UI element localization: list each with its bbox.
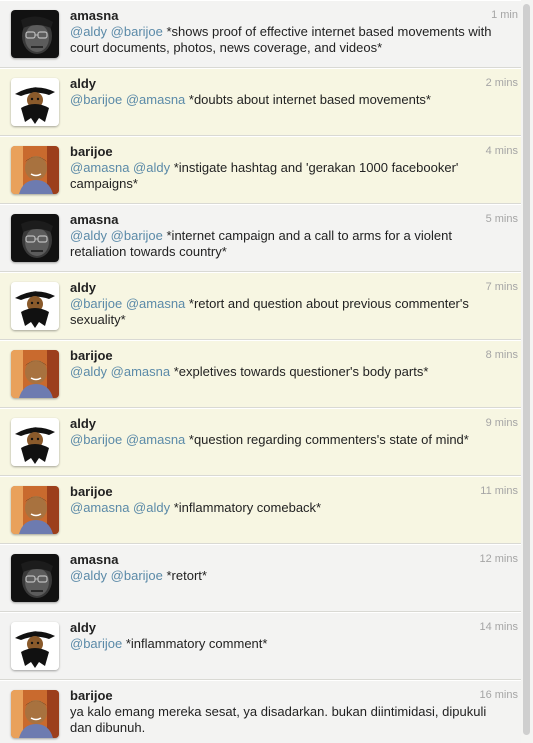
tweet-mentions[interactable]: @aldy @barijoe: [70, 568, 163, 583]
aldy-avatar[interactable]: [11, 282, 59, 330]
tweet-text: @aldy @barijoe *internet campaign and a …: [70, 228, 509, 260]
tweet-timestamp[interactable]: 2 mins: [486, 77, 518, 89]
tweet-row[interactable]: amasna 12 mins @aldy @barijoe *retort*: [0, 544, 521, 612]
tweet-username[interactable]: amasna: [70, 212, 509, 227]
tweet-mentions[interactable]: @amasna @aldy: [70, 500, 170, 515]
barijoe-avatar[interactable]: [11, 690, 59, 738]
tweet-row[interactable]: aldy 7 mins @barijoe @amasna *retort and q…: [0, 272, 521, 340]
scrollbar-thumb[interactable]: [523, 4, 530, 735]
tweet-mentions[interactable]: @barijoe @amasna: [70, 296, 185, 311]
tweet-row[interactable]: barijoe 11 mins @amasna @aldy *inflammator…: [0, 476, 521, 544]
tweet-text: @amasna @aldy *inflammatory comeback*: [70, 500, 509, 516]
tweet-mentions[interactable]: @aldy @barijoe: [70, 24, 163, 39]
tweet-row[interactable]: aldy 9 mins @barijoe @amasna *question reg…: [0, 408, 521, 476]
tweet-timestamp[interactable]: 4 mins: [486, 145, 518, 157]
tweet-text: @amasna @aldy *instigate hashtag and 'ge…: [70, 160, 509, 192]
tweet-timestamp[interactable]: 7 mins: [486, 281, 518, 293]
tweet-timestamp[interactable]: 1 min: [491, 9, 518, 21]
tweet-timestamp[interactable]: 16 mins: [479, 689, 518, 701]
tweet-mentions[interactable]: @aldy @amasna: [70, 364, 170, 379]
tweet-username[interactable]: aldy: [70, 416, 509, 431]
tweet-username[interactable]: aldy: [70, 280, 509, 295]
tweet-body: *expletives towards questioner's body pa…: [170, 364, 429, 379]
tweet-body: *inflammatory comment*: [122, 636, 268, 651]
tweet-timestamp[interactable]: 14 mins: [479, 621, 518, 633]
tweet-timeline: amasna 1 min @aldy @barijoe *shows proof o…: [0, 0, 521, 743]
tweet-text: @barijoe @amasna *question regarding com…: [70, 432, 509, 448]
barijoe-avatar[interactable]: [11, 146, 59, 194]
tweet-row[interactable]: aldy 14 mins @barijoe *inflammatory commen…: [0, 612, 521, 680]
tweet-username[interactable]: barijoe: [70, 348, 509, 363]
barijoe-avatar[interactable]: [11, 350, 59, 398]
tweet-text: @aldy @barijoe *retort*: [70, 568, 509, 584]
tweet-mentions[interactable]: @aldy @barijoe: [70, 228, 163, 243]
tweet-timestamp[interactable]: 9 mins: [486, 417, 518, 429]
tweet-body: ya kalo emang mereka sesat, ya disadarka…: [70, 704, 487, 735]
tweet-timestamp[interactable]: 12 mins: [479, 553, 518, 565]
tweet-mentions[interactable]: @barijoe: [70, 636, 122, 651]
amasna-avatar[interactable]: [11, 214, 59, 262]
tweet-username[interactable]: aldy: [70, 620, 509, 635]
tweet-row[interactable]: amasna 1 min @aldy @barijoe *shows proof o…: [0, 0, 521, 68]
tweet-row[interactable]: amasna 5 mins @aldy @barijoe *internet cam…: [0, 204, 521, 272]
tweet-mentions[interactable]: @amasna @aldy: [70, 160, 170, 175]
amasna-avatar[interactable]: [11, 554, 59, 602]
tweet-mentions[interactable]: @barijoe @amasna: [70, 92, 185, 107]
tweet-mentions[interactable]: @barijoe @amasna: [70, 432, 185, 447]
tweet-timestamp[interactable]: 5 mins: [486, 213, 518, 225]
tweet-body: *inflammatory comeback*: [170, 500, 322, 515]
tweet-text: @barijoe @amasna *doubts about internet …: [70, 92, 509, 108]
tweet-body: *question regarding commenters's state o…: [185, 432, 469, 447]
tweet-username[interactable]: barijoe: [70, 144, 509, 159]
tweet-text: @barijoe *inflammatory comment*: [70, 636, 509, 652]
tweet-username[interactable]: amasna: [70, 552, 509, 567]
barijoe-avatar[interactable]: [11, 486, 59, 534]
amasna-avatar[interactable]: [11, 10, 59, 58]
tweet-text: @aldy @amasna *expletives towards questi…: [70, 364, 509, 380]
aldy-avatar[interactable]: [11, 78, 59, 126]
tweet-row[interactable]: barijoe 16 mins ya kalo emang mereka sesat…: [0, 680, 521, 743]
aldy-avatar[interactable]: [11, 418, 59, 466]
tweet-row[interactable]: aldy 2 mins @barijoe @amasna *doubts about…: [0, 68, 521, 136]
tweet-body: *retort*: [162, 568, 207, 583]
tweet-username[interactable]: barijoe: [70, 688, 509, 703]
tweet-body: *doubts about internet based movements*: [185, 92, 431, 107]
tweet-timestamp[interactable]: 11 mins: [480, 485, 518, 497]
tweet-text: @aldy @barijoe *shows proof of effective…: [70, 24, 509, 56]
tweet-timestamp[interactable]: 8 mins: [486, 349, 518, 361]
tweet-row[interactable]: barijoe 4 mins @amasna @aldy *instigate ha…: [0, 136, 521, 204]
tweet-text: ya kalo emang mereka sesat, ya disadarka…: [70, 704, 509, 736]
tweet-username[interactable]: barijoe: [70, 484, 509, 499]
aldy-avatar[interactable]: [11, 622, 59, 670]
scrollbar[interactable]: [521, 0, 533, 743]
tweet-username[interactable]: amasna: [70, 8, 509, 23]
tweet-text: @barijoe @amasna *retort and question ab…: [70, 296, 509, 328]
tweet-row[interactable]: barijoe 8 mins @aldy @amasna *expletives t…: [0, 340, 521, 408]
tweet-username[interactable]: aldy: [70, 76, 509, 91]
